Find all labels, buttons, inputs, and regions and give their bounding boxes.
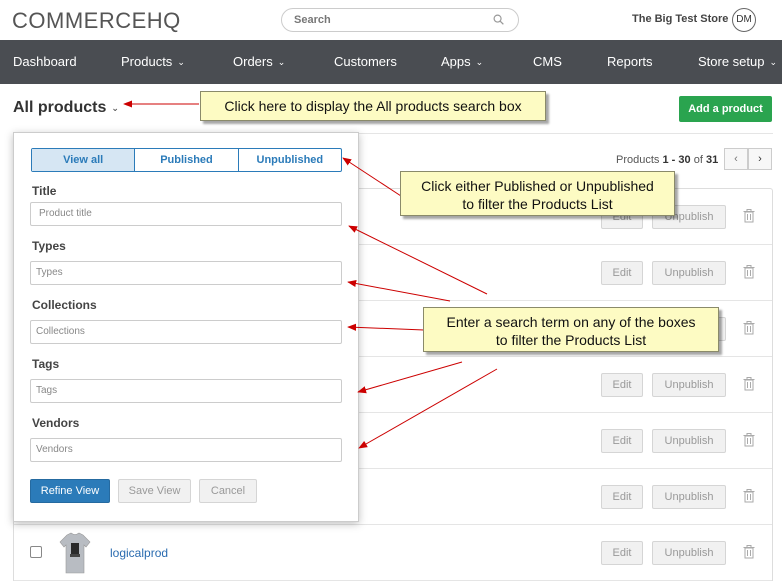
types-field[interactable]: Types xyxy=(30,261,342,285)
nav-item-cms[interactable]: CMS xyxy=(533,54,562,69)
avatar[interactable]: DM xyxy=(732,8,756,32)
nav-item-apps[interactable]: Apps ⌄ xyxy=(441,54,483,69)
trash-icon[interactable] xyxy=(743,433,755,447)
search-placeholder: Search xyxy=(294,14,331,26)
callout-search-box: Click here to display the All products s… xyxy=(200,91,546,121)
edit-button[interactable]: Edit xyxy=(601,261,643,285)
trash-icon[interactable] xyxy=(743,209,755,223)
segment-published[interactable]: Published xyxy=(135,149,239,171)
chevron-down-icon: ⌄ xyxy=(277,57,286,67)
unpublish-button[interactable]: Unpublish xyxy=(652,261,726,285)
callout-text-line: Enter a search term on any of the boxes xyxy=(446,314,696,330)
nav-label: CMS xyxy=(533,54,562,69)
pagination-prefix: Products xyxy=(616,154,660,166)
range-total: 31 xyxy=(705,154,719,166)
collections-label: Collections xyxy=(32,298,97,312)
range-sep: - xyxy=(668,154,679,166)
types-label: Types xyxy=(32,239,66,253)
trash-icon[interactable] xyxy=(743,265,755,279)
nav-item-customers[interactable]: Customers xyxy=(334,54,397,69)
nav-label: Reports xyxy=(607,54,653,69)
cancel-button[interactable]: Cancel xyxy=(199,479,257,503)
unpublish-button[interactable]: Unpublish xyxy=(652,429,726,453)
row-checkbox[interactable] xyxy=(30,546,42,558)
vendors-field-placeholder: Vendors xyxy=(36,444,73,455)
product-thumbnail[interactable] xyxy=(58,531,92,575)
main-nav: Dashboard Products ⌄ Orders ⌄ Customers Ap… xyxy=(0,40,782,84)
next-page-button[interactable]: › xyxy=(748,148,772,170)
nav-item-dashboard[interactable]: Dashboard xyxy=(13,54,77,69)
callout-search-box-text: Click here to display the All products s… xyxy=(224,98,522,114)
callout-text-line: to filter the Products List xyxy=(495,332,647,348)
nav-label: Store setup xyxy=(698,54,765,69)
nav-item-reports[interactable]: Reports xyxy=(607,54,653,69)
chevron-down-icon: ⌄ xyxy=(177,57,185,67)
save-view-button[interactable]: Save View xyxy=(118,479,191,503)
filter-panel: View all Published Unpublished Title Pro… xyxy=(13,132,359,522)
nav-label: Customers xyxy=(334,54,397,69)
table-row: logicalprod Edit Unpublish xyxy=(14,525,772,581)
vendors-field[interactable]: Vendors xyxy=(30,438,342,462)
pagination-of: of xyxy=(693,154,703,166)
unpublish-button[interactable]: Unpublish xyxy=(652,541,726,565)
callout-text-line: to filter the Products List xyxy=(462,196,613,212)
callout-text-line: Click either Published or Unpublished xyxy=(421,178,654,194)
top-bar: COMMERCEHQ Search The Big Test Store DM xyxy=(0,0,782,40)
chevron-left-icon: ‹ xyxy=(734,153,738,165)
product-name-link[interactable]: logicalprod xyxy=(110,546,168,560)
status-segmented-control: View all Published Unpublished xyxy=(31,148,342,172)
search-input[interactable]: Search xyxy=(281,8,519,32)
title-field[interactable]: Product title xyxy=(30,202,342,226)
edit-button[interactable]: Edit xyxy=(601,429,643,453)
logo[interactable]: COMMERCEHQ xyxy=(12,8,181,34)
nav-item-products[interactable]: Products ⌄ xyxy=(121,54,185,69)
tags-field[interactable]: Tags xyxy=(30,379,342,403)
nav-item-store-setup[interactable]: Store setup ⌄ xyxy=(698,54,777,69)
nav-item-orders[interactable]: Orders ⌄ xyxy=(233,54,285,69)
add-product-button[interactable]: Add a product xyxy=(679,96,772,122)
callout-search-term: Enter a search term on any of the boxes … xyxy=(423,307,719,352)
store-name[interactable]: The Big Test Store xyxy=(632,13,728,25)
nav-label: Apps xyxy=(441,54,471,69)
refine-view-button[interactable]: Refine View xyxy=(30,479,110,503)
title-field-placeholder: Product title xyxy=(39,208,92,219)
trash-icon[interactable] xyxy=(743,489,755,503)
tags-field-placeholder: Tags xyxy=(36,385,58,396)
segment-view-all[interactable]: View all xyxy=(32,149,136,171)
pagination-info: Products 1 - 30 of 31 xyxy=(616,154,718,166)
chevron-right-icon: › xyxy=(758,153,762,165)
trash-icon[interactable] xyxy=(743,377,755,391)
nav-label: Orders xyxy=(233,54,273,69)
collections-field[interactable]: Collections xyxy=(30,320,342,344)
collections-field-placeholder: Collections xyxy=(36,326,85,337)
tags-label: Tags xyxy=(32,357,60,371)
edit-button[interactable]: Edit xyxy=(601,541,643,565)
trash-icon[interactable] xyxy=(743,545,755,559)
chevron-down-icon: ⌄ xyxy=(111,103,119,113)
chevron-down-icon: ⌄ xyxy=(769,57,778,67)
edit-button[interactable]: Edit xyxy=(601,485,643,509)
prev-page-button[interactable]: ‹ xyxy=(724,148,748,170)
unpublish-button[interactable]: Unpublish xyxy=(652,485,726,509)
edit-button[interactable]: Edit xyxy=(601,373,643,397)
types-field-placeholder: Types xyxy=(36,267,63,278)
unpublish-button[interactable]: Unpublish xyxy=(652,373,726,397)
title-label: Title xyxy=(32,184,57,198)
page-title: All products xyxy=(13,99,107,116)
search-icon[interactable] xyxy=(493,14,504,25)
range-end: 30 xyxy=(678,154,691,166)
chevron-down-icon: ⌄ xyxy=(475,57,484,67)
trash-icon[interactable] xyxy=(743,321,755,335)
segment-unpublished[interactable]: Unpublished xyxy=(239,149,341,171)
vendors-label: Vendors xyxy=(32,416,80,430)
callout-published-filter: Click either Published or Unpublished to… xyxy=(400,171,675,216)
page-title-dropdown[interactable]: All products ⌄ xyxy=(13,99,119,117)
nav-label: Dashboard xyxy=(13,54,77,69)
nav-label: Products xyxy=(121,54,173,69)
